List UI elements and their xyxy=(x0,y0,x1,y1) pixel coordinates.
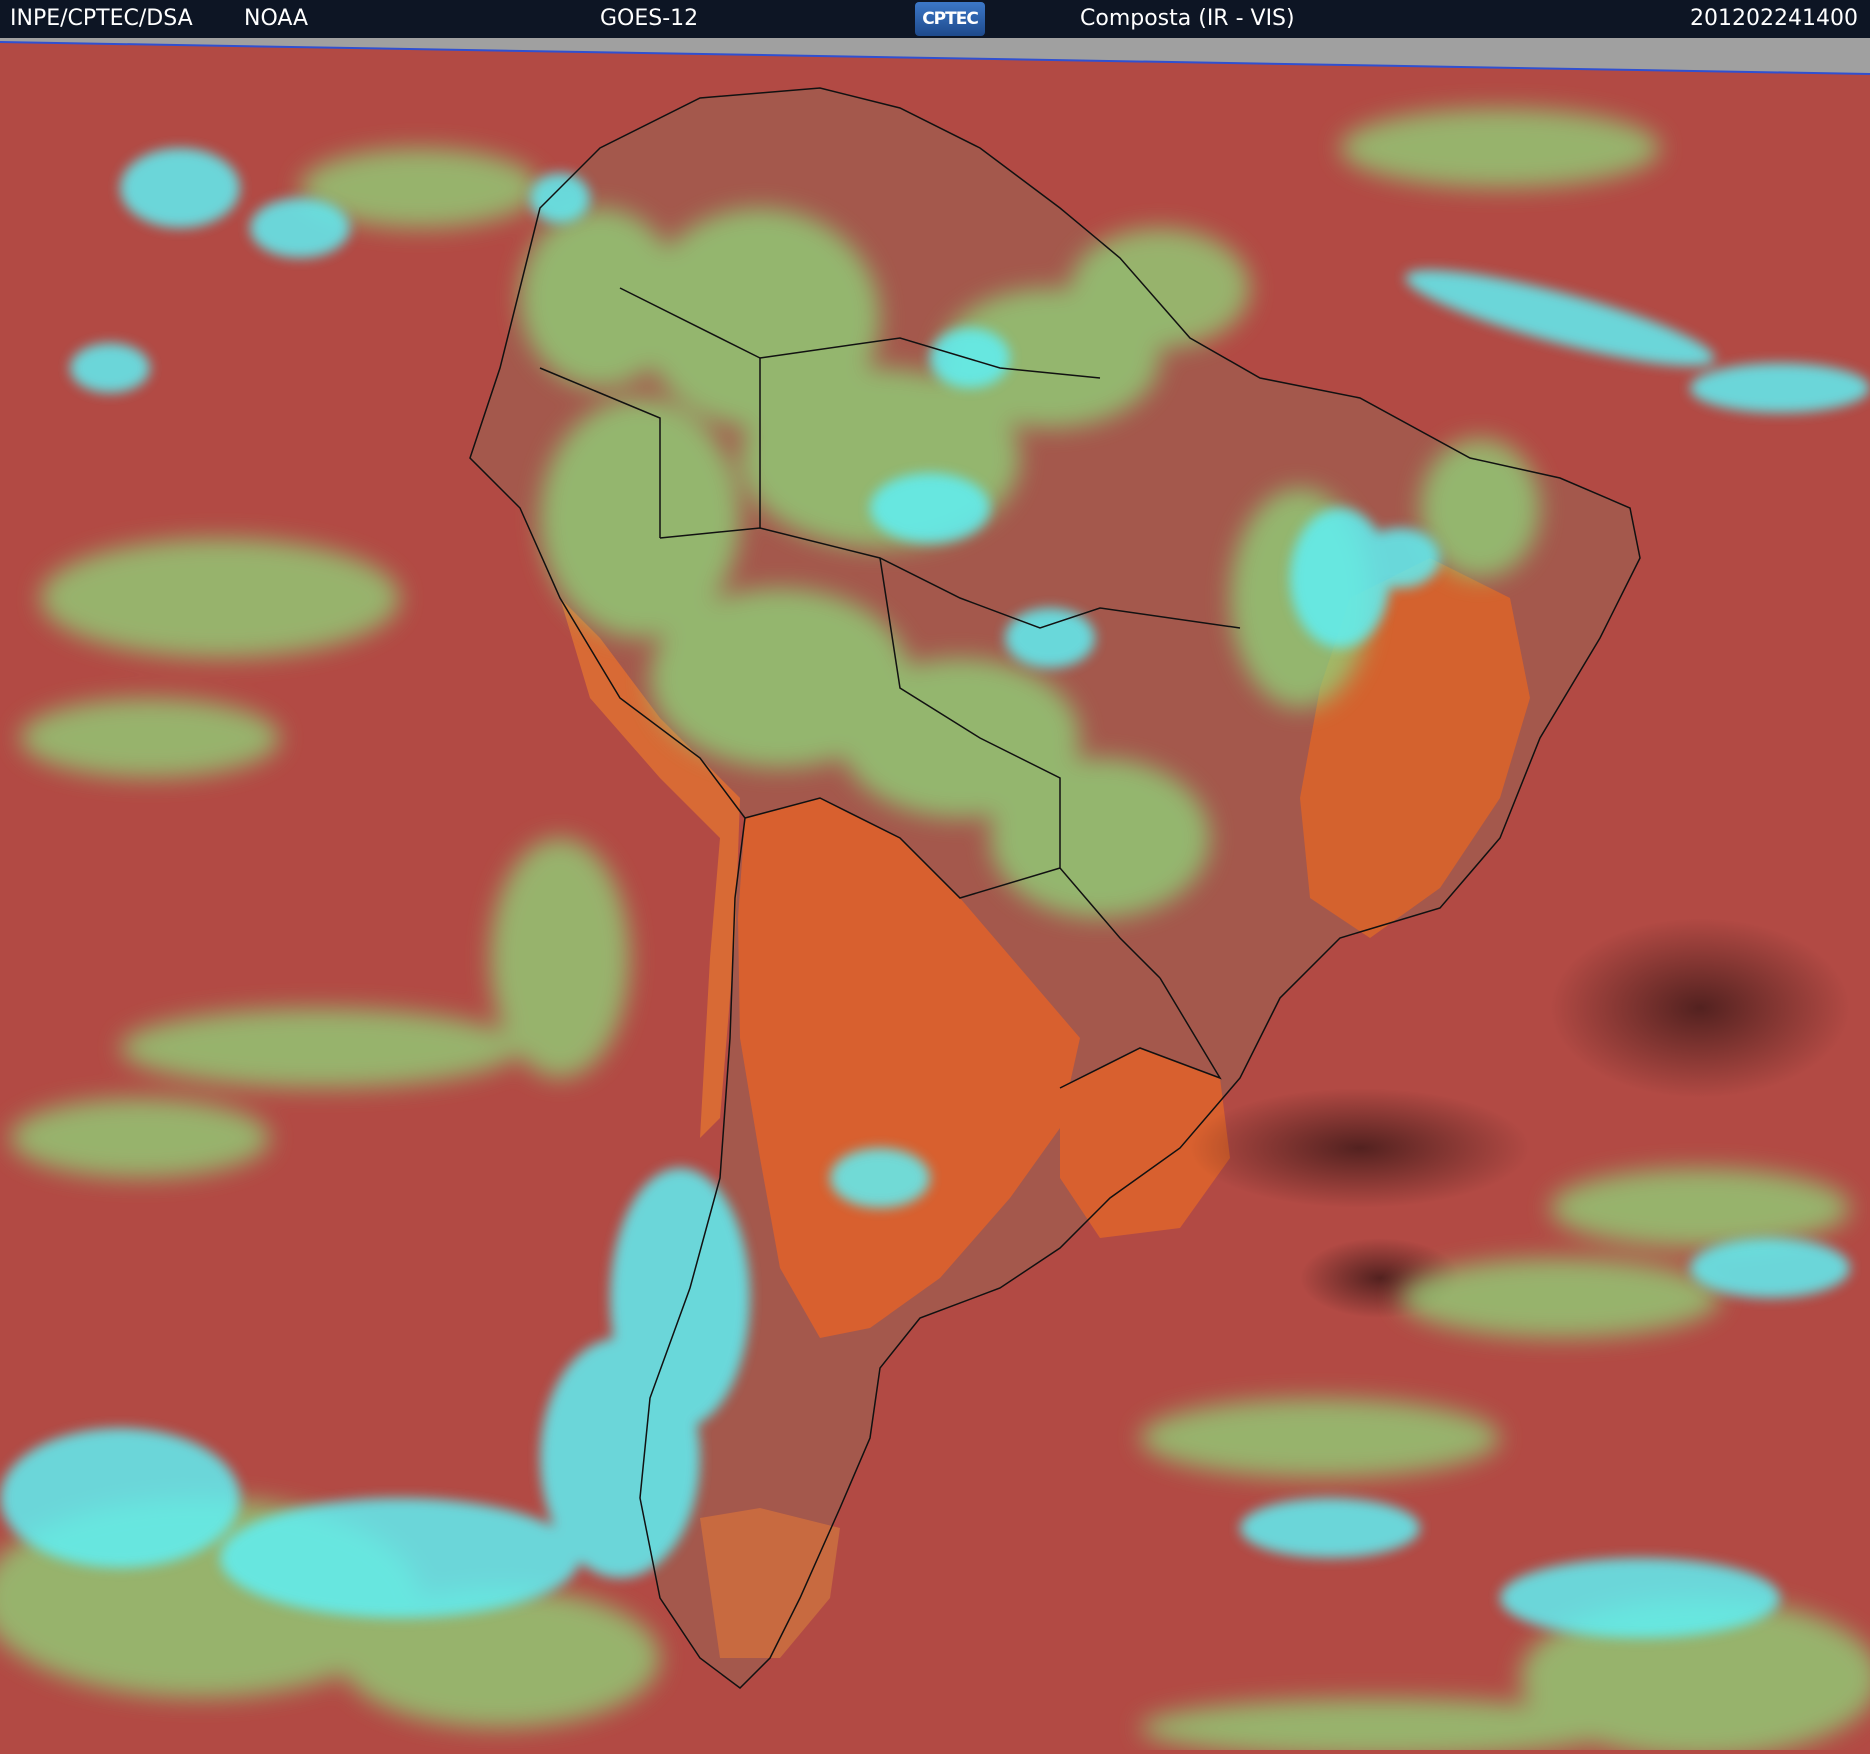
satellite-label: GOES-12 xyxy=(600,6,699,31)
timestamp-label: 201202241400 xyxy=(1690,6,1858,31)
clear-sky-patch xyxy=(1190,1088,1530,1208)
satellite-map xyxy=(0,38,1870,1754)
product-label: Composta (IR - VIS) xyxy=(1080,6,1295,31)
agency-label: INPE/CPTEC/DSA xyxy=(10,6,193,31)
header-bar: INPE/CPTEC/DSA NOAA GOES-12 CPTEC Compos… xyxy=(0,0,1870,38)
satellite-image xyxy=(0,38,1870,1754)
clear-sky-patch xyxy=(1550,918,1850,1098)
cptec-logo: CPTEC xyxy=(915,2,985,36)
partner-label: NOAA xyxy=(244,6,309,31)
